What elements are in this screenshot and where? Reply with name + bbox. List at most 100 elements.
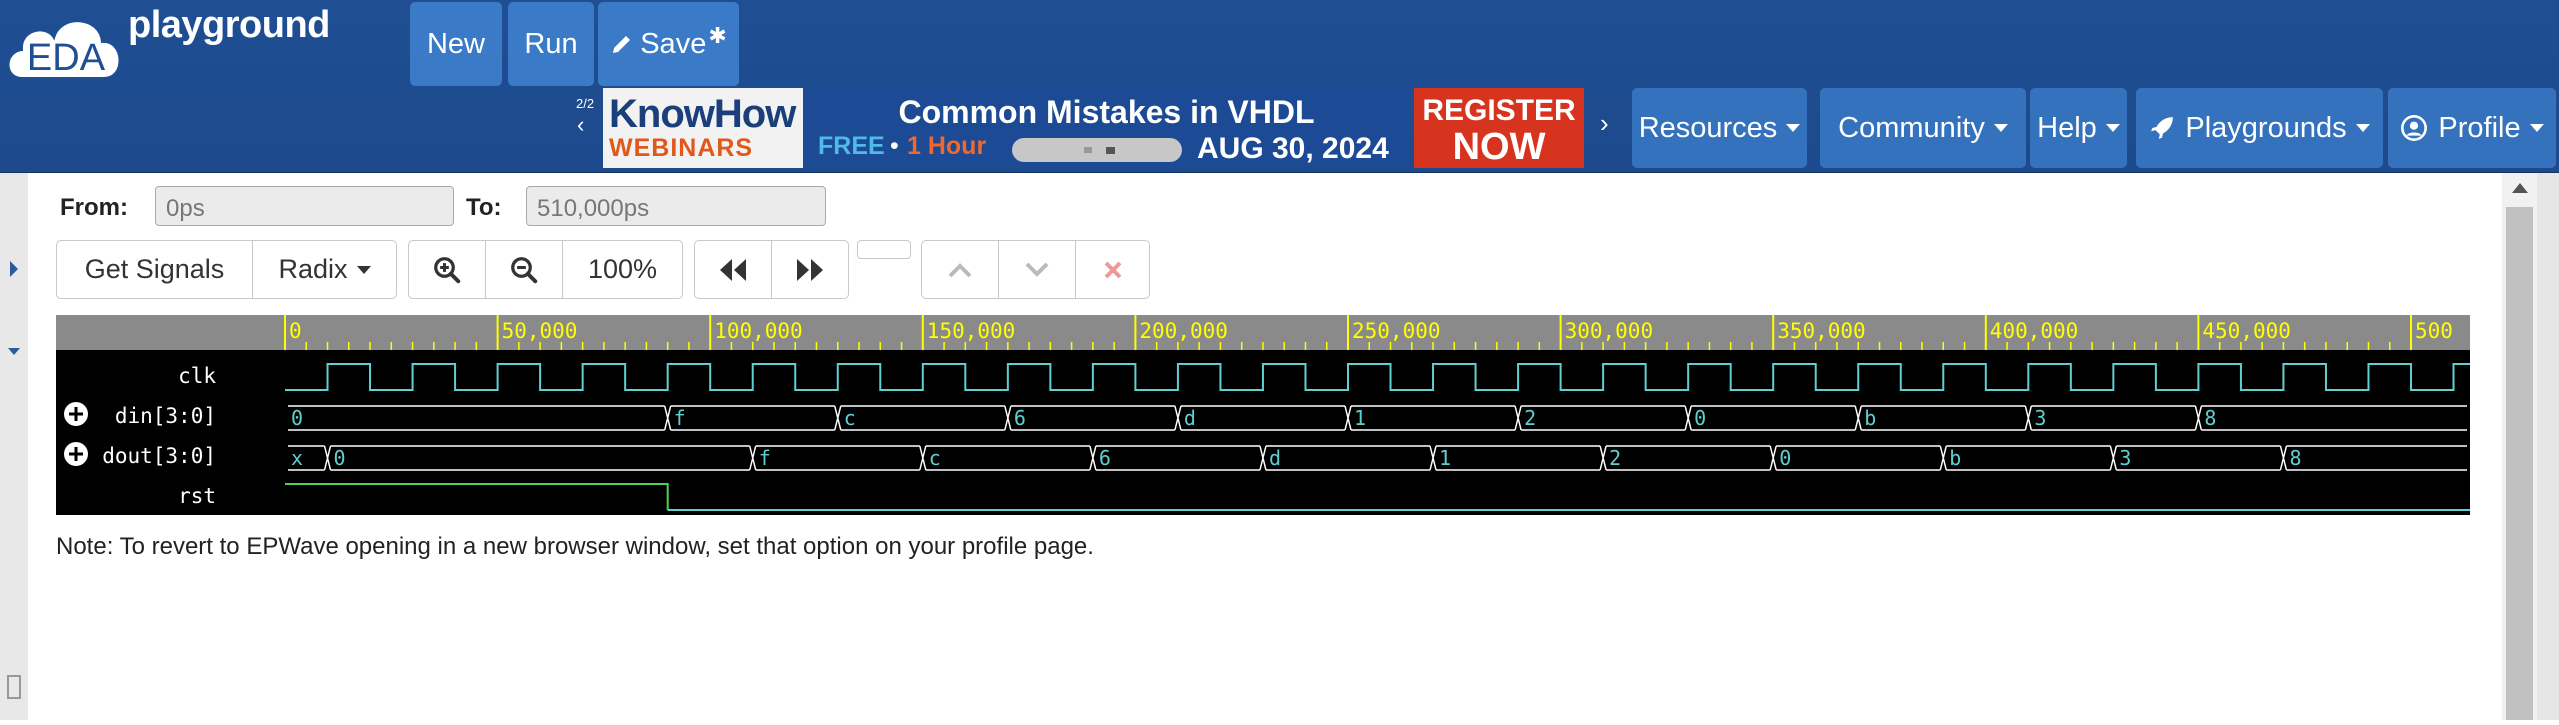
register-now-button[interactable]: REGISTER NOW: [1414, 88, 1584, 168]
dout-value: x: [291, 446, 303, 470]
run-button-label: Run: [524, 27, 578, 60]
from-input[interactable]: 0ps: [155, 186, 454, 226]
help-menu[interactable]: Help: [2030, 88, 2127, 168]
caret-down-icon: [356, 265, 371, 274]
webinar-banner[interactable]: KnowHow WEBINARS Common Mistakes in VHDL…: [603, 88, 1587, 168]
waveform-canvas[interactable]: 0 50,000 100,000 150,000 200,000 250,000 300,0…: [56, 315, 2470, 515]
scroll-up-arrow[interactable]: [2512, 183, 2528, 193]
webinars-label: WEBINARS: [609, 134, 754, 162]
dout-value: d: [1269, 446, 1281, 470]
din-value: 3: [2034, 406, 2046, 430]
playgrounds-menu[interactable]: Playgrounds: [2136, 88, 2383, 168]
save-button-label: Save: [640, 27, 707, 60]
din-value: f: [674, 406, 686, 430]
timeline-tick-label: 250,000: [1352, 319, 1441, 343]
waveform-viewer[interactable]: 0 50,000 100,000 150,000 200,000 250,000 300,0…: [56, 315, 2470, 515]
din-value: d: [1184, 406, 1196, 430]
chevron-right-icon[interactable]: ›: [1600, 108, 1609, 139]
clk-waveform: [285, 363, 2470, 391]
move-down-button[interactable]: [998, 240, 1076, 299]
dout-value: 2: [1609, 446, 1621, 470]
signal-name[interactable]: clk: [178, 364, 216, 388]
profile-menu[interactable]: Profile: [2388, 88, 2556, 168]
zoom-in-button[interactable]: [408, 240, 486, 299]
knowhow-badge: KnowHow WEBINARS: [603, 88, 803, 168]
din-value: 0: [1694, 406, 1706, 430]
timeline-tick-label: 500: [2415, 319, 2453, 343]
caret-down-icon: [1993, 124, 2008, 132]
din-value: 8: [2204, 406, 2216, 430]
din-value: 1: [1354, 406, 1366, 430]
scrollbar-thumb[interactable]: [2506, 207, 2533, 720]
knowhow-title: KnowHow: [609, 92, 796, 136]
backward-icon: [720, 258, 746, 281]
resources-label: Resources: [1638, 111, 1778, 144]
dout-value: 0: [334, 446, 346, 470]
get-signals-label: Get Signals: [84, 254, 225, 284]
get-signals-button[interactable]: Get Signals: [56, 240, 253, 299]
cloud-icon: EDA: [7, 20, 121, 79]
chevron-up-icon: [948, 262, 972, 277]
dout-value: 3: [2119, 446, 2131, 470]
unsaved-star-icon: ✱: [708, 23, 727, 48]
new-button[interactable]: New: [410, 2, 502, 86]
timeline-tick-label: 100,000: [714, 319, 803, 343]
banner-separator: •: [890, 132, 899, 160]
help-label: Help: [2037, 111, 2097, 144]
revert-note: Note: To revert to EPWave opening in a n…: [56, 533, 1094, 560]
to-label: To:: [466, 194, 502, 221]
new-button-label: New: [426, 27, 485, 60]
banner-page-indicator: 2/2: [576, 96, 595, 111]
banner-prev-control[interactable]: 2/2 ‹: [560, 90, 600, 168]
zoom-out-icon: [511, 256, 538, 283]
profile-label: Profile: [2438, 111, 2521, 144]
caret-down-icon: [2105, 124, 2120, 132]
banner-date: AUG 30, 2024: [1197, 132, 1389, 165]
din-value: 0: [291, 406, 303, 430]
logo-text: EDA: [27, 37, 106, 79]
playgrounds-label: Playgrounds: [2185, 111, 2347, 144]
din-value: c: [844, 406, 856, 430]
run-button[interactable]: Run: [508, 2, 594, 86]
zoom-level[interactable]: 100%: [562, 240, 683, 299]
radix-dropdown[interactable]: Radix: [252, 240, 397, 299]
caret-down-icon: [1786, 124, 1801, 132]
to-input[interactable]: 510,000ps: [526, 186, 826, 226]
signal-name[interactable]: dout[3:0]: [102, 444, 216, 468]
chevron-down-icon: [1025, 262, 1049, 277]
empty-button[interactable]: [857, 240, 911, 259]
signal-name[interactable]: rst: [178, 484, 216, 508]
eda-playground-logo[interactable]: EDA playground: [0, 0, 370, 90]
caret-down-icon: [2355, 124, 2370, 132]
save-button[interactable]: Save ✱: [598, 2, 739, 86]
dout-value: c: [929, 446, 941, 470]
move-up-button[interactable]: [921, 240, 999, 299]
forward-icon: [797, 258, 823, 281]
timeline-tick-label: 400,000: [1990, 319, 2079, 343]
vertical-scrollbar[interactable]: [2502, 173, 2537, 720]
timeline-tick-label: 50,000: [502, 319, 578, 343]
brand-title: playground: [128, 4, 330, 46]
from-label: From:: [60, 194, 128, 221]
signal-name[interactable]: din[3:0]: [115, 404, 216, 428]
banner-headline: Common Mistakes in VHDL: [898, 94, 1315, 130]
banner-headline-box: Common Mistakes in VHDL FREE • 1 Hour AU…: [804, 88, 1409, 168]
remove-signal-button[interactable]: [1075, 240, 1150, 299]
register-line1: REGISTER: [1422, 94, 1576, 127]
zoom-out-button[interactable]: [485, 240, 563, 299]
timeline-tick-label: 200,000: [1139, 319, 1228, 343]
jump-start-button[interactable]: [694, 240, 772, 299]
resources-menu[interactable]: Resources: [1632, 88, 1807, 168]
community-menu[interactable]: Community: [1820, 88, 2026, 168]
caret-down-icon: [2529, 124, 2544, 132]
pencil-icon: [613, 36, 631, 53]
timeline-tick-label: 450,000: [2202, 319, 2291, 343]
chevron-left-icon: ‹: [577, 112, 585, 137]
timeline-tick-label: 0: [289, 319, 302, 343]
din-value: b: [1864, 406, 1876, 430]
gutter-markers: [7, 261, 21, 699]
timeline-tick-label: 350,000: [1777, 319, 1866, 343]
jump-end-button[interactable]: [771, 240, 849, 299]
radix-label: Radix: [278, 254, 348, 284]
community-label: Community: [1838, 111, 1985, 144]
